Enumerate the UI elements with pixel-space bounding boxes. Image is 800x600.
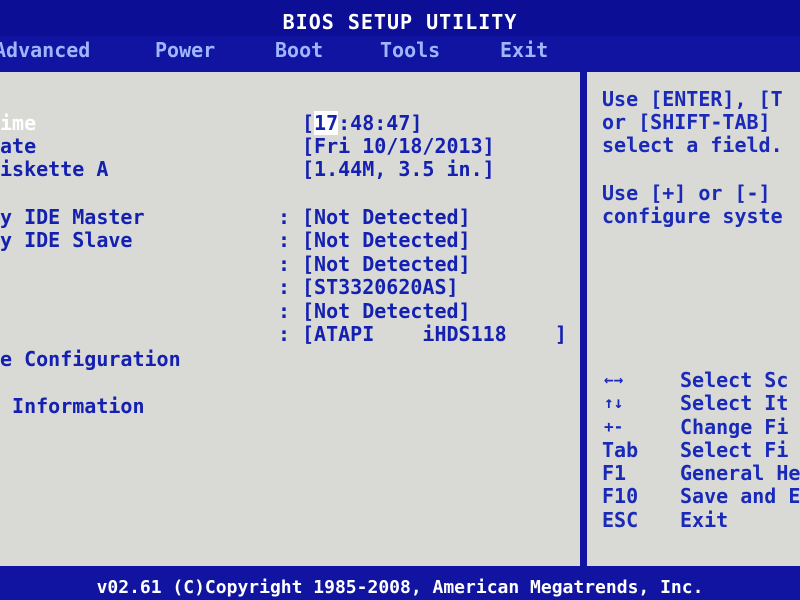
- key-desc-save-exit: Save and E: [680, 484, 800, 508]
- ide-slave-value: [Not Detected]: [302, 228, 471, 252]
- plus-minus-icon: +-: [604, 417, 624, 436]
- sata1-sep: :: [278, 252, 291, 276]
- key-desc-select-item: Select It: [680, 391, 789, 415]
- ide-slave-sep: :: [278, 228, 291, 252]
- time-rest: :48:47]: [338, 111, 423, 135]
- panel-divider: [580, 72, 587, 566]
- menu-tab-tools[interactable]: Tools: [380, 38, 440, 62]
- key-esc: ESC: [602, 508, 639, 532]
- key-desc-change-field: Change Fi: [680, 415, 789, 439]
- diskette-a-label[interactable]: iskette A: [0, 158, 108, 180]
- help-line: or [SHIFT-TAB]: [602, 110, 771, 134]
- help-line: configure syste: [602, 204, 783, 228]
- menu-tab-advanced[interactable]: Advanced: [0, 38, 90, 62]
- system-time-label[interactable]: ime: [0, 112, 36, 134]
- bios-title: BIOS SETUP UTILITY: [282, 10, 518, 34]
- key-desc-general-help: General He: [680, 461, 800, 485]
- time-hour-field[interactable]: 17: [314, 111, 339, 135]
- diskette-a-value[interactable]: [1.44M, 3.5 in.]: [302, 158, 495, 180]
- key-desc-select-screen: Select Sc: [680, 368, 789, 392]
- sata2-sep: :: [278, 275, 291, 299]
- sata4-sep: :: [278, 322, 291, 346]
- key-desc-select-field: Select Fi: [680, 438, 789, 462]
- help-line: Use [+] or [-]: [602, 181, 771, 205]
- menu-tab-boot[interactable]: Boot: [275, 38, 323, 62]
- key-desc-exit: Exit: [680, 508, 729, 532]
- system-date-value[interactable]: [Fri 10/18/2013]: [302, 135, 495, 157]
- system-time-value[interactable]: [17:48:47]: [302, 111, 423, 135]
- footer-bar: v02.61 (C)Copyright 1985-2008, American …: [0, 574, 800, 600]
- menu-tab-exit[interactable]: Exit: [500, 38, 548, 62]
- ide-master-sep: :: [278, 205, 291, 229]
- time-bracket-open: [: [302, 111, 315, 135]
- bios-screen: BIOS SETUP UTILITY Advanced Power Boot T…: [0, 0, 800, 600]
- ide-master-label[interactable]: y IDE Master: [0, 206, 145, 228]
- key-f1: F1: [602, 461, 627, 485]
- sata3-sep: :: [278, 299, 291, 323]
- settings-panel: ime [17:48:47] ate [Fri 10/18/2013] iske…: [0, 72, 580, 566]
- key-tab: Tab: [602, 438, 639, 462]
- sata4-value: [ATAPI iHDS118 ]: [302, 322, 567, 346]
- system-information-item[interactable]: Information: [0, 395, 144, 417]
- left-right-arrows-icon: ←→: [604, 370, 624, 389]
- help-panel: Use [ENTER], [T or [SHIFT-TAB] select a …: [587, 72, 800, 566]
- ide-master-value: [Not Detected]: [302, 205, 471, 229]
- menu-tab-power[interactable]: Power: [155, 38, 215, 62]
- system-date-label[interactable]: ate: [0, 135, 36, 157]
- ide-slave-label[interactable]: y IDE Slave: [0, 229, 132, 251]
- up-down-arrows-icon: ↑↓: [604, 393, 624, 412]
- help-line: Use [ENTER], [T: [602, 87, 783, 111]
- copyright-text: v02.61 (C)Copyright 1985-2008, American …: [96, 577, 704, 598]
- help-line: select a field.: [602, 133, 783, 157]
- key-f10: F10: [602, 484, 639, 508]
- menu-bar: Advanced Power Boot Tools Exit: [0, 36, 800, 66]
- sata1-value: [Not Detected]: [302, 252, 471, 276]
- title-bar: BIOS SETUP UTILITY: [0, 0, 800, 36]
- sata2-value: [ST3320620AS]: [302, 275, 459, 299]
- storage-configuration-item[interactable]: e Configuration: [0, 348, 181, 370]
- sata3-value: [Not Detected]: [302, 299, 471, 323]
